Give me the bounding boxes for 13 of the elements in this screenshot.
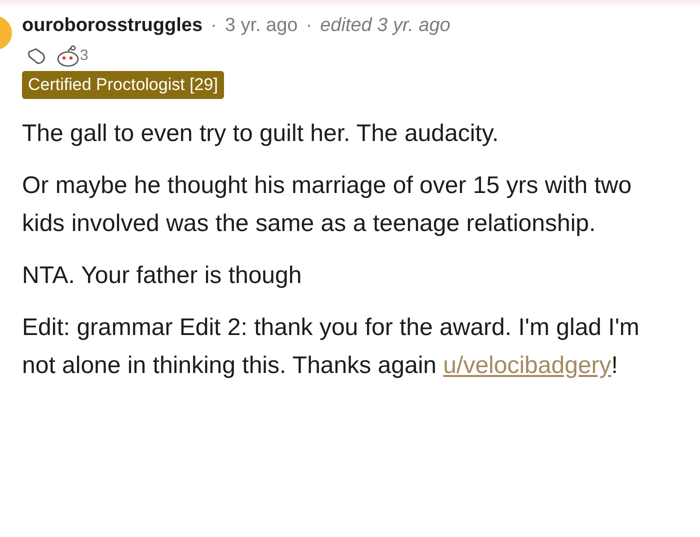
comment-paragraph: NTA. Your father is though: [22, 260, 303, 290]
hand-icon: [26, 46, 48, 66]
separator: ·: [210, 14, 217, 38]
comment-paragraph: Edit: grammar Edit 2: thank you for the award. I'm glad I'm not alone in thinking this. Thanks again u/velocibadgery!: [22, 312, 640, 380]
timestamp: 3 yr. ago: [224, 14, 298, 38]
separator: ·: [306, 14, 312, 38]
comment-paragraph: The gall to even try to guilt her. The audacity.: [22, 118, 500, 148]
comment-paragraph: Or maybe he thought his marriage of over 15 yrs with two kids involved was the same as a teenage relationship.: [22, 170, 633, 238]
user-flair: Certified Proctologist [29]: [22, 71, 224, 98]
award-count: 3: [80, 46, 88, 66]
edited-label: edited 3 yr. ago: [320, 14, 450, 38]
mascot-icon: [56, 44, 80, 67]
username[interactable]: ouroborosstruggles: [22, 12, 203, 40]
